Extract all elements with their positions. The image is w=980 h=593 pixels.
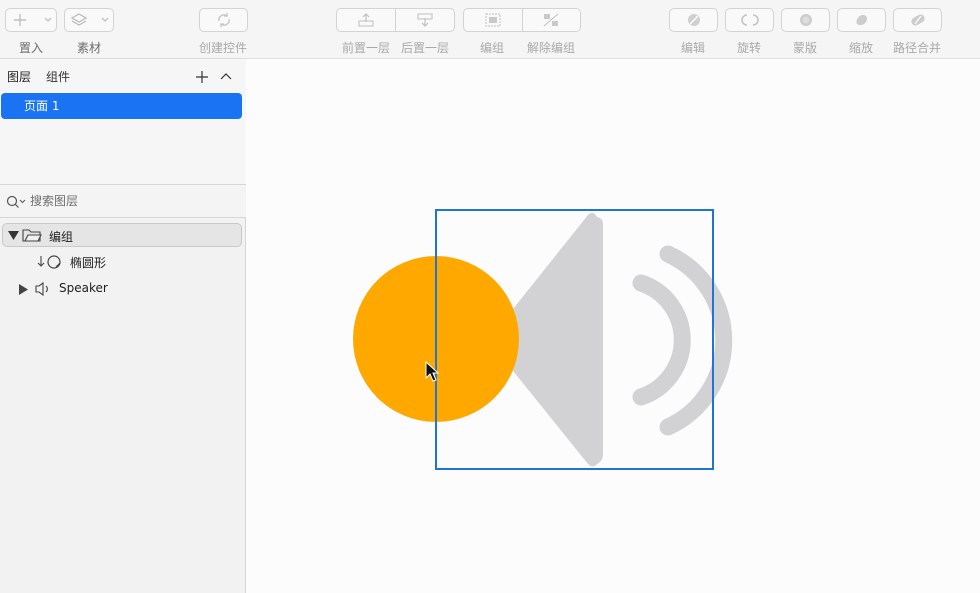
layers-stack-icon	[70, 13, 109, 26]
sidebar: 图层 组件 页面 1 编组	[0, 59, 246, 593]
edit-button[interactable]	[669, 8, 718, 32]
disclosure-triangle-expanded-icon[interactable]	[7, 229, 19, 241]
layer-search	[0, 185, 246, 218]
refresh-icon	[217, 13, 230, 27]
disclosure-triangle-collapsed-icon[interactable]	[17, 283, 29, 295]
layer-name-speaker: Speaker	[59, 281, 108, 295]
send-backward-button[interactable]	[395, 9, 454, 31]
sidebar-tabs: 图层 组件	[0, 67, 246, 87]
edit-label: 编辑	[681, 41, 706, 55]
send-backward-icon	[417, 13, 433, 27]
search-input[interactable]	[30, 192, 230, 210]
layer-row-ellipse[interactable]: 椭圆形	[2, 250, 242, 274]
artboard-svg	[353, 209, 733, 470]
create-component-button[interactable]	[199, 8, 248, 32]
group-icon	[485, 13, 501, 27]
mouse-pointer-icon	[425, 360, 440, 387]
assets-label: 素材	[77, 41, 102, 55]
insert-label: 置入	[19, 41, 44, 55]
canvas[interactable]	[247, 59, 980, 593]
layer-name-ellipse: 椭圆形	[70, 256, 107, 270]
sound-wave-inner[interactable]	[632, 274, 691, 406]
plus-icon	[14, 14, 52, 26]
add-page-icon[interactable]	[192, 67, 212, 87]
mask-icon	[799, 14, 812, 26]
search-icon	[6, 194, 26, 213]
arrange-group	[336, 8, 455, 32]
rotate-icon	[740, 14, 759, 26]
ungroup-button[interactable]	[521, 9, 581, 31]
bring-forward-icon	[358, 13, 374, 27]
tab-layers[interactable]: 图层	[7, 68, 31, 85]
tab-components[interactable]: 组件	[46, 68, 70, 85]
scale-button[interactable]	[837, 8, 886, 32]
ungroup-icon	[543, 13, 559, 27]
scale-label: 缩放	[849, 41, 874, 55]
group-label: 编组	[480, 41, 505, 55]
rotate-button[interactable]	[725, 8, 774, 32]
speaker-icon	[34, 281, 52, 297]
combine-label: 路径合并	[893, 41, 942, 55]
layer-row-group[interactable]: 编组	[2, 223, 242, 247]
chevron-up-icon[interactable]	[216, 67, 236, 87]
assets-button[interactable]	[64, 8, 114, 32]
folder-icon	[22, 227, 42, 243]
send-backward-label: 后置一层	[401, 41, 450, 55]
path-combine-icon	[910, 14, 925, 26]
mask-arrow-icon	[35, 255, 45, 269]
create-component-label: 创建控件	[199, 41, 248, 55]
pages-panel: 图层 组件 页面 1	[0, 59, 246, 185]
layer-row-speaker[interactable]: Speaker	[2, 277, 242, 301]
page-item[interactable]: 页面 1	[1, 93, 242, 119]
ellipse-mask-icon	[46, 254, 62, 270]
edit-shape-icon	[687, 14, 700, 26]
group-button[interactable]	[464, 9, 522, 31]
combine-button[interactable]	[893, 8, 942, 32]
bring-forward-label: 前置一层	[342, 41, 391, 55]
mask-button[interactable]	[781, 8, 830, 32]
group-controls	[463, 8, 581, 32]
toolbar: 置入 素材 创建控件 前置一层 后置一层 编组 解除编组 编辑 旋转 蒙版 缩放…	[0, 0, 980, 59]
layer-name-group: 编组	[49, 230, 74, 244]
scale-icon	[855, 15, 867, 26]
mask-label: 蒙版	[793, 41, 818, 55]
rotate-label: 旋转	[737, 41, 762, 55]
bring-forward-button[interactable]	[337, 9, 395, 31]
insert-button[interactable]	[5, 8, 57, 32]
ungroup-label: 解除编组	[527, 41, 576, 55]
